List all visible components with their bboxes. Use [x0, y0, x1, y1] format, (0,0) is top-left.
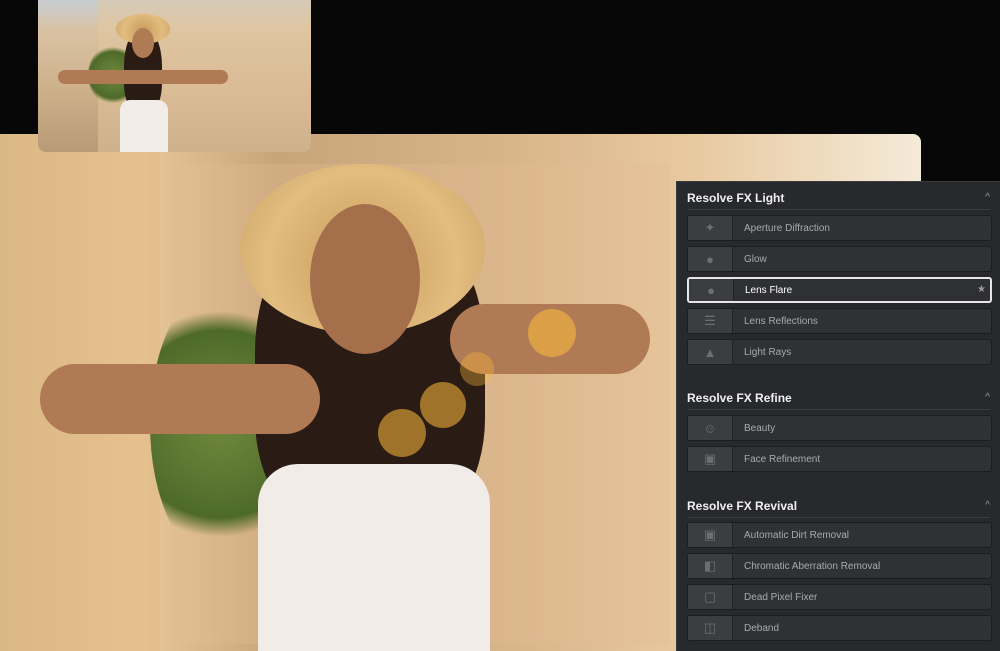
- fx-item-label: Glow: [744, 253, 767, 265]
- split-frame-icon: ◧: [688, 554, 733, 578]
- glow-icon: ●: [688, 247, 733, 271]
- pixel-icon: ▢: [688, 585, 733, 609]
- section-header-light[interactable]: Resolve FX Light ^: [687, 190, 990, 210]
- face-icon: ☺: [688, 416, 733, 440]
- section-title: Resolve FX Refine: [687, 391, 792, 405]
- collapse-chevron-icon[interactable]: ^: [985, 390, 990, 406]
- effects-library-panel: Resolve FX Light ^ ✦ Aperture Diffraction …: [676, 181, 1000, 651]
- fx-item-deband[interactable]: ◫ Deband: [687, 615, 992, 641]
- favorite-star-icon[interactable]: ★: [977, 284, 986, 295]
- fx-item-light-rays[interactable]: ▲ Light Rays: [687, 339, 992, 365]
- fx-item-label: Lens Reflections: [744, 315, 818, 327]
- section-title: Resolve FX Light: [687, 191, 785, 205]
- fx-item-label: Lens Flare: [745, 284, 793, 296]
- sparkle-icon: ✦: [688, 216, 733, 240]
- collapse-chevron-icon[interactable]: ^: [985, 498, 990, 514]
- fx-item-chromatic-aberration-removal[interactable]: ◧ Chromatic Aberration Removal: [687, 553, 992, 579]
- fx-item-label: Chromatic Aberration Removal: [744, 560, 881, 572]
- fx-item-dead-pixel-fixer[interactable]: ▢ Dead Pixel Fixer: [687, 584, 992, 610]
- source-thumbnail[interactable]: [38, 0, 311, 152]
- fx-item-label: Deband: [744, 622, 780, 634]
- fx-item-label: Dead Pixel Fixer: [744, 591, 818, 603]
- fx-item-label: Beauty: [744, 422, 776, 434]
- fx-item-label: Automatic Dirt Removal: [744, 529, 850, 541]
- fx-item-lens-reflections[interactable]: ☰ Lens Reflections: [687, 308, 992, 334]
- section-header-refine[interactable]: Resolve FX Refine ^: [687, 390, 990, 410]
- image-frame-icon: ▣: [688, 523, 733, 547]
- fx-item-beauty[interactable]: ☺ Beauty: [687, 415, 992, 441]
- reflections-icon: ☰: [688, 309, 733, 333]
- rays-icon: ▲: [688, 340, 733, 364]
- fx-item-aperture-diffraction[interactable]: ✦ Aperture Diffraction: [687, 215, 992, 241]
- fx-item-label: Light Rays: [744, 346, 792, 358]
- fx-item-face-refinement[interactable]: ▣ Face Refinement: [687, 446, 992, 472]
- fx-item-label: Face Refinement: [744, 453, 821, 465]
- fx-item-glow[interactable]: ● Glow: [687, 246, 992, 272]
- face-frame-icon: ▣: [688, 447, 733, 471]
- fx-item-automatic-dirt-removal[interactable]: ▣ Automatic Dirt Removal: [687, 522, 992, 548]
- fx-item-label: Aperture Diffraction: [744, 222, 830, 234]
- section-title: Resolve FX Revival: [687, 499, 798, 513]
- collapse-chevron-icon[interactable]: ^: [985, 190, 990, 206]
- deband-icon: ◫: [688, 616, 733, 640]
- lens-flare-icon: ●: [689, 279, 734, 301]
- fx-item-lens-flare[interactable]: ● Lens Flare ★: [687, 277, 992, 303]
- section-header-revival[interactable]: Resolve FX Revival ^: [687, 498, 990, 518]
